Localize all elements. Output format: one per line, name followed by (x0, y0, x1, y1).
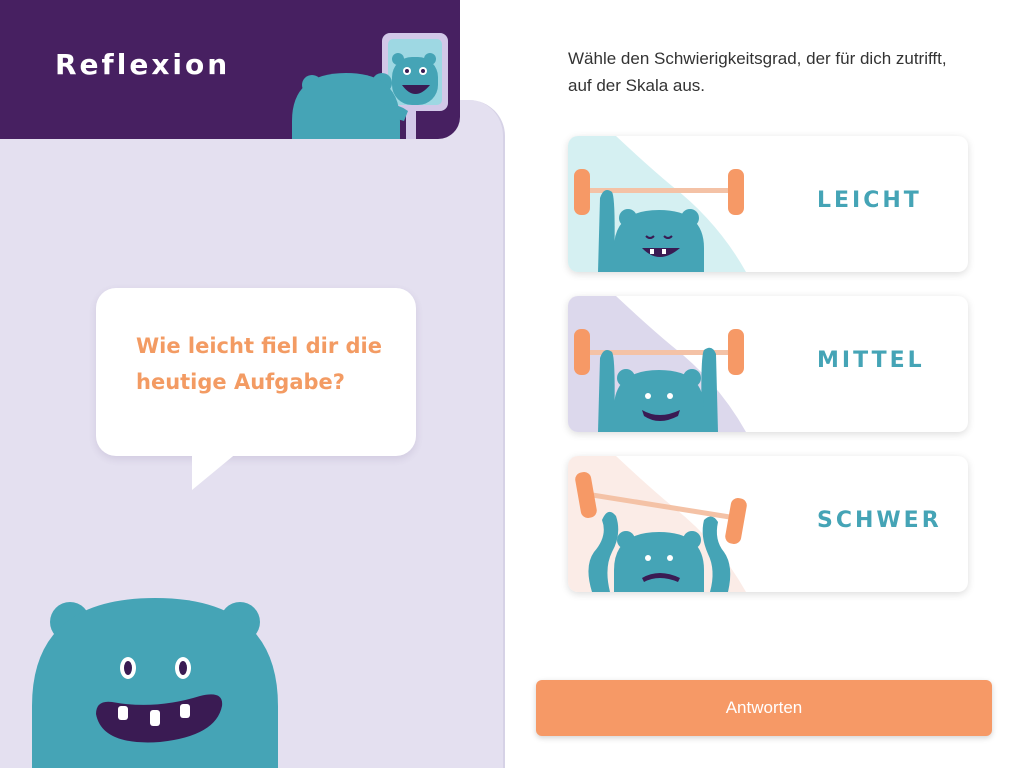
option-mittel[interactable]: MITTEL (568, 296, 968, 432)
monster-lifting-light-icon (568, 136, 746, 272)
question-text: Wie leicht fiel dir die heutige Aufgabe? (136, 334, 382, 394)
monster-lifting-medium-icon (568, 296, 746, 432)
option-label: SCHWER (817, 508, 942, 533)
header-banner: Reflexion (0, 0, 460, 139)
option-leicht[interactable]: LEICHT (568, 136, 968, 272)
option-label: LEICHT (817, 188, 922, 213)
speech-bubble-tail (192, 452, 238, 490)
monster-lifting-heavy-icon (568, 456, 747, 592)
submit-button[interactable]: Antworten (536, 680, 992, 736)
monster-mirror-icon (292, 33, 448, 139)
option-label: MITTEL (817, 348, 925, 373)
page-title: Reflexion (55, 48, 231, 81)
instruction-text: Wähle den Schwierigkeitsgrad, der für di… (568, 49, 947, 95)
speech-bubble: Wie leicht fiel dir die heutige Aufgabe? (96, 288, 416, 456)
option-schwer[interactable]: SCHWER (568, 456, 968, 592)
monster-mascot-icon (32, 598, 278, 768)
